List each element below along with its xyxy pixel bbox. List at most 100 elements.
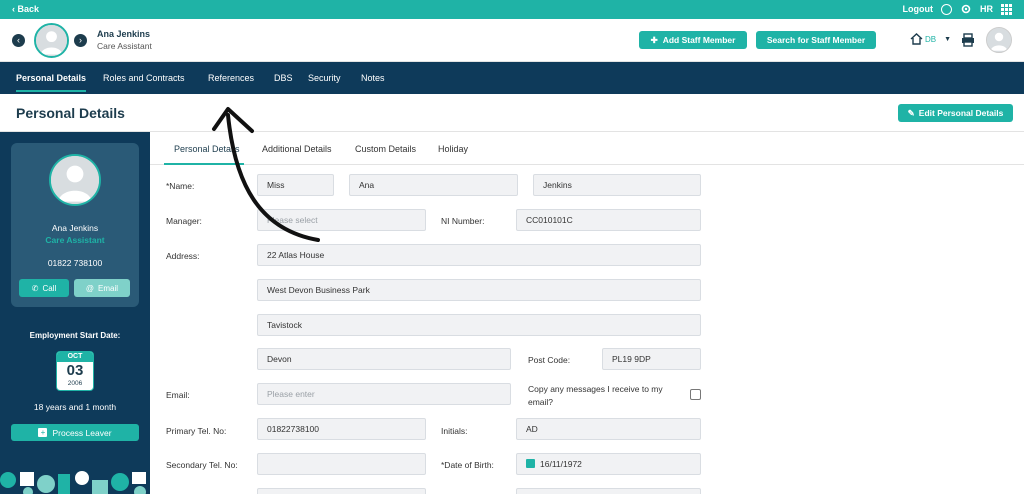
main-content: Personal Details Additional Details Cust… <box>150 132 1024 494</box>
logout-label: Logout <box>902 4 934 14</box>
location-selector[interactable]: DB ▼ <box>910 33 951 45</box>
tab-security[interactable]: Security <box>308 73 341 83</box>
profile-phone: 01822 738100 <box>47 258 103 268</box>
initials-field[interactable]: AD <box>516 418 701 440</box>
tab-roles-and-contracts[interactable]: Roles and Contracts <box>103 73 185 83</box>
tab-references[interactable]: References <box>208 73 254 83</box>
page-title: Personal Details <box>16 105 125 121</box>
manager-label: Manager: <box>166 216 202 226</box>
employment-start-label: Employment Start Date: <box>29 331 121 340</box>
personal-details-form: *Name: Miss Ana Jenkins Manager: Please … <box>150 165 1024 494</box>
page-title-bar: Personal Details ✎ Edit Personal Details <box>0 94 1024 132</box>
top-bar-actions: Logout HR <box>903 3 1012 15</box>
post-code-label: Post Code: <box>528 355 571 365</box>
location-code: DB <box>925 34 937 44</box>
subtab-holiday[interactable]: Holiday <box>438 144 468 154</box>
search-staff-label: Search for Staff Member <box>766 35 866 45</box>
chevron-down-icon: ▼ <box>944 35 952 43</box>
back-link[interactable]: ‹ Back <box>12 4 39 14</box>
date-of-birth-value: 16/11/1972 <box>540 459 582 469</box>
previous-staff-button[interactable]: ‹ <box>12 34 25 47</box>
search-staff-member-button[interactable]: Search for Staff Member <box>756 31 876 49</box>
plus-icon: + <box>38 428 48 437</box>
secondary-tel-label: Secondary Tel. No: <box>166 460 238 470</box>
copy-messages-label-2: email? <box>528 397 554 407</box>
add-staff-label: Add Staff Member <box>662 35 736 45</box>
staff-name: Ana Jenkins <box>97 29 151 39</box>
employment-start-calendar: OCT 03 2006 <box>56 351 94 391</box>
primary-tel-field[interactable]: 01822738100 <box>257 418 426 440</box>
power-icon[interactable] <box>941 3 952 15</box>
home-icon <box>910 33 923 45</box>
email-icon: @ <box>85 283 95 293</box>
email-label: Email <box>98 283 119 293</box>
active-tab-indicator <box>16 90 86 92</box>
pencil-icon: ✎ <box>907 107 915 118</box>
user-avatar[interactable] <box>986 27 1012 53</box>
initials-label: Initials: <box>441 426 468 436</box>
copy-messages-label-1: Copy any messages I receive to my <box>528 384 663 394</box>
first-name-field[interactable]: Ana <box>349 174 518 196</box>
staff-profile-card: Ana Jenkins Care Assistant 01822 738100 … <box>11 143 139 307</box>
email-label: Email: <box>166 390 190 400</box>
apps-grid-icon[interactable] <box>1001 3 1012 15</box>
staff-header: ‹ › Ana Jenkins Care Assistant ✚ Add Sta… <box>0 19 1024 62</box>
next-row-field-2[interactable] <box>516 488 701 494</box>
title-field[interactable]: Miss <box>257 174 334 196</box>
secondary-tel-field[interactable] <box>257 453 426 475</box>
ni-number-label: NI Number: <box>441 216 485 226</box>
next-row-field-1[interactable] <box>257 488 426 494</box>
sub-tabs: Personal Details Additional Details Cust… <box>150 132 1024 165</box>
ni-number-field[interactable]: CC010101C <box>516 209 701 231</box>
calendar-year: 2006 <box>67 380 83 387</box>
tenure-text: 18 years and 1 month <box>33 402 117 412</box>
email-button[interactable]: @ Email <box>74 279 130 297</box>
edit-personal-details-label: Edit Personal Details <box>918 108 1004 118</box>
edit-personal-details-button[interactable]: ✎ Edit Personal Details <box>898 104 1013 122</box>
name-label: *Name: <box>166 181 195 191</box>
date-of-birth-label: *Date of Birth: <box>441 460 494 470</box>
primary-tel-label: Primary Tel. No: <box>166 426 227 436</box>
next-staff-button[interactable]: › <box>74 34 87 47</box>
manager-select[interactable]: Please select <box>257 209 426 231</box>
tab-personal-details[interactable]: Personal Details <box>16 73 86 83</box>
subtab-additional-details[interactable]: Additional Details <box>262 144 332 154</box>
add-user-icon: ✚ <box>650 34 658 45</box>
staff-avatar <box>34 23 69 58</box>
staff-role: Care Assistant <box>97 41 152 51</box>
copy-messages-checkbox[interactable] <box>690 389 701 400</box>
date-of-birth-field[interactable]: 16/11/1972 <box>516 453 701 475</box>
process-leaver-button[interactable]: + Process Leaver <box>11 424 139 441</box>
add-staff-member-button[interactable]: ✚ Add Staff Member <box>639 31 747 49</box>
address-line-1-field[interactable]: 22 Atlas House <box>257 244 701 266</box>
call-label: Call <box>42 283 57 293</box>
address-line-2-field[interactable]: West Devon Business Park <box>257 279 701 301</box>
decorative-pattern <box>0 471 146 494</box>
calendar-day: 03 <box>66 362 84 379</box>
top-bar: ‹ Back Logout HR <box>0 0 1024 19</box>
last-name-field[interactable]: Jenkins <box>533 174 701 196</box>
profile-avatar <box>49 154 101 206</box>
calendar-month: OCT <box>57 352 93 362</box>
tab-dbs[interactable]: DBS <box>274 73 293 83</box>
post-code-field[interactable]: PL19 9DP <box>602 348 701 370</box>
profile-name: Ana Jenkins <box>51 223 99 233</box>
print-icon[interactable] <box>961 33 975 47</box>
profile-role: Care Assistant <box>45 235 105 245</box>
staff-sidebar: Ana Jenkins Care Assistant 01822 738100 … <box>0 132 150 494</box>
phone-icon: ✆ <box>31 283 39 293</box>
process-leaver-label: Process Leaver <box>52 427 112 438</box>
tab-notes[interactable]: Notes <box>361 73 385 83</box>
address-line-3-field[interactable]: Tavistock <box>257 314 701 336</box>
subtab-custom-details[interactable]: Custom Details <box>355 144 416 154</box>
email-field[interactable]: Please enter <box>257 383 511 405</box>
calendar-icon <box>526 459 535 468</box>
main-nav: Personal Details Roles and Contracts Ref… <box>0 62 1024 94</box>
gear-icon[interactable] <box>960 3 972 15</box>
logout-link[interactable]: Logout <box>903 4 934 14</box>
hr-label[interactable]: HR <box>980 4 993 14</box>
subtab-personal-details[interactable]: Personal Details <box>174 144 240 154</box>
address-line-4-field[interactable]: Devon <box>257 348 511 370</box>
call-button[interactable]: ✆ Call <box>19 279 69 297</box>
address-label: Address: <box>166 251 200 261</box>
